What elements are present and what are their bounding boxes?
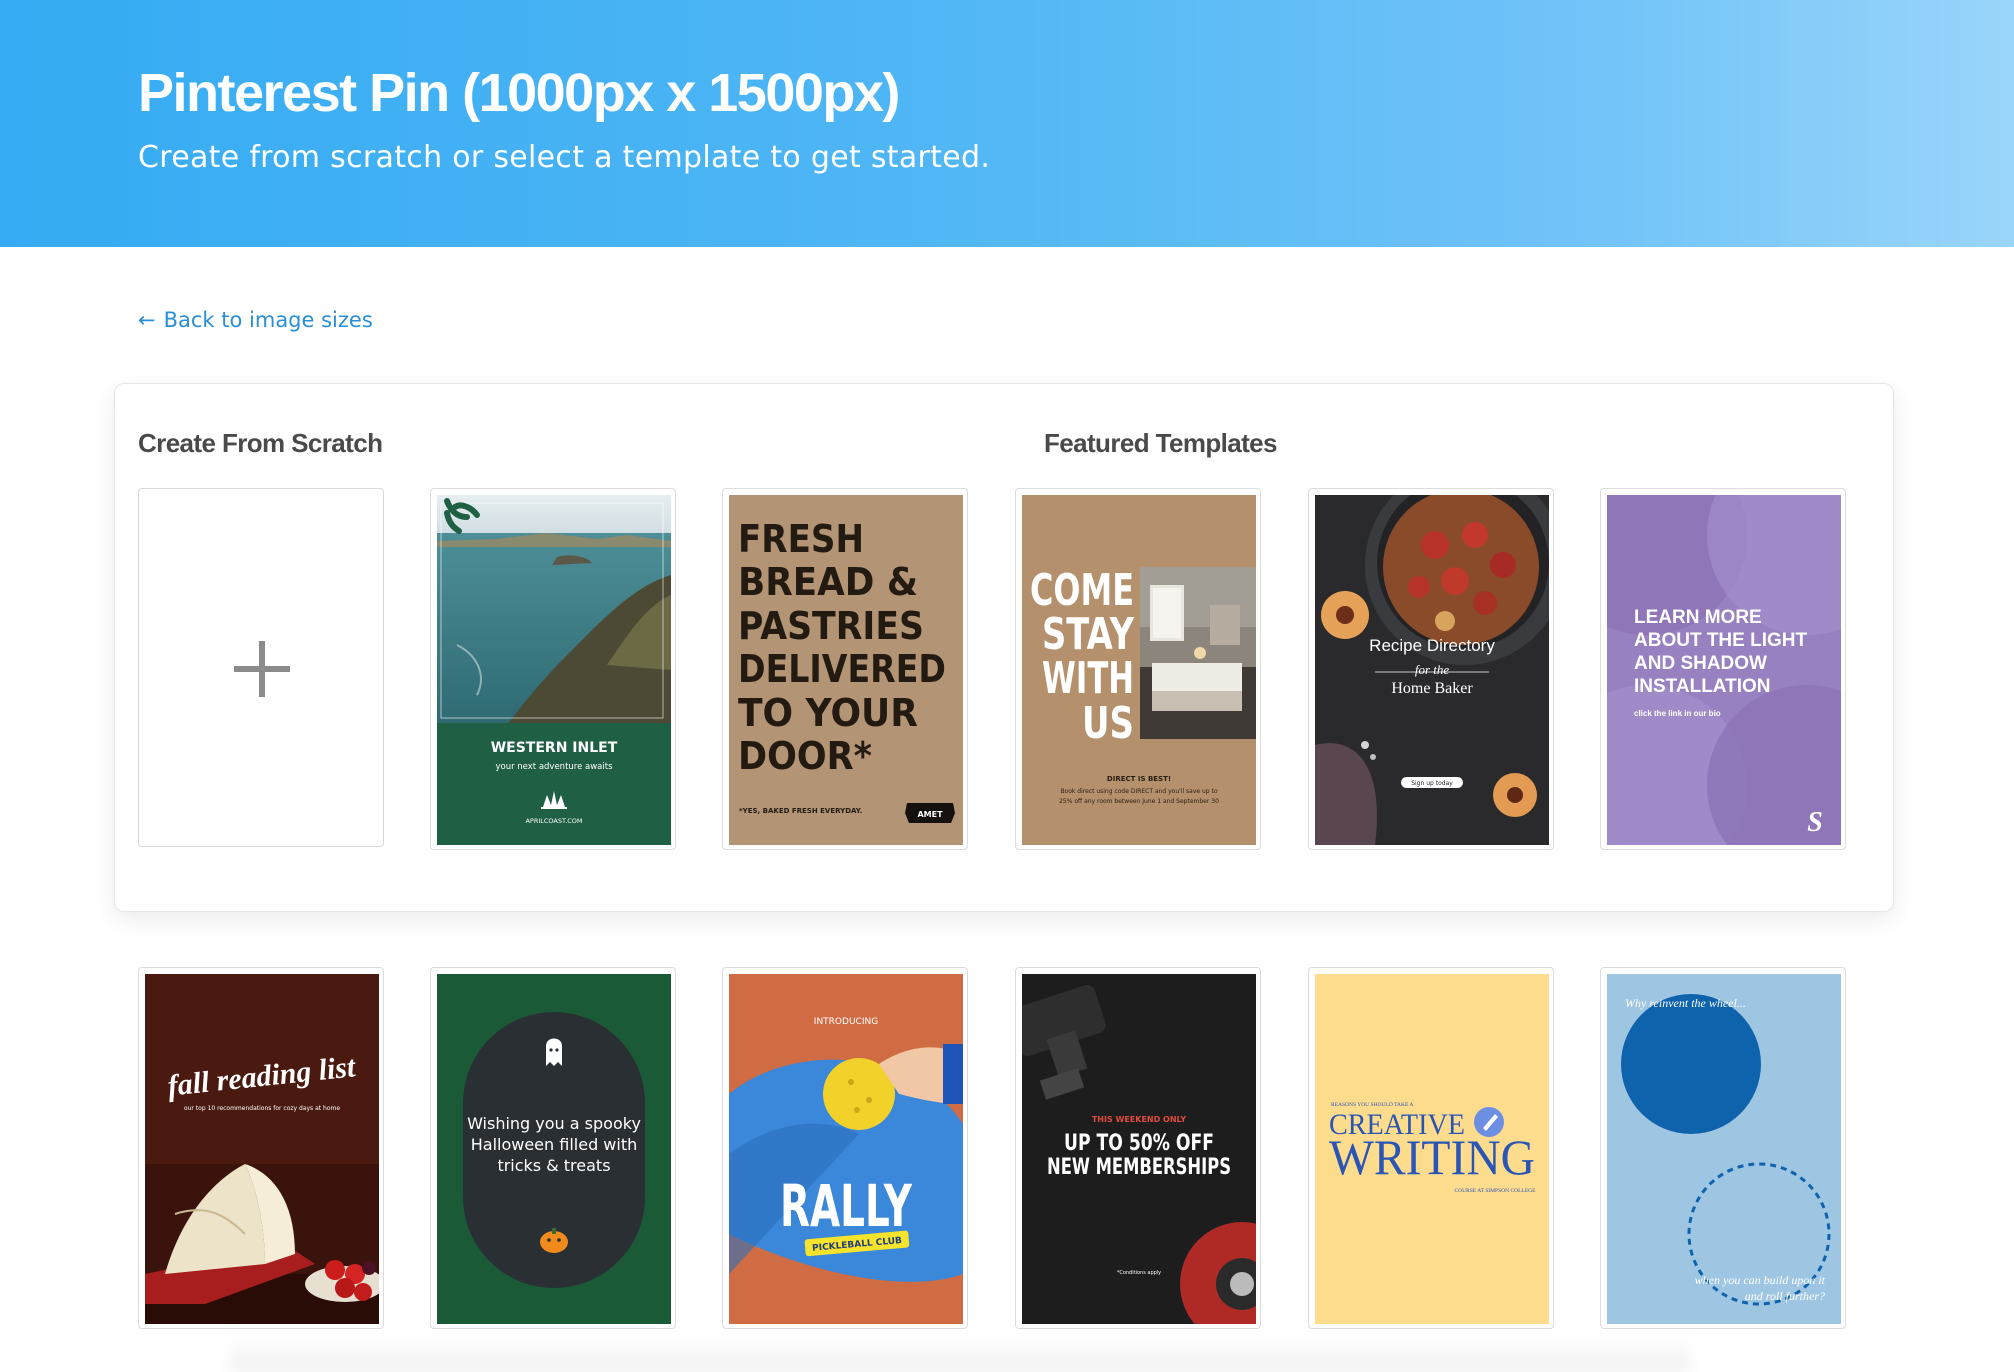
svg-text:and roll further?: and roll further? (1745, 1289, 1825, 1303)
back-to-image-sizes-link[interactable]: ← Back to image sizes (138, 308, 373, 332)
template-card-light-shadow[interactable]: LEARN MORE ABOUT THE LIGHT AND SHADOW IN… (1600, 488, 1846, 850)
svg-text:US: US (1082, 698, 1134, 749)
svg-text:COURSE AT SIMPSON COLLEGE: COURSE AT SIMPSON COLLEGE (1454, 1188, 1536, 1194)
svg-text:AND SHADOW: AND SHADOW (1634, 653, 1767, 674)
template-thumbnail: Recipe Directory for the Home Baker Sign… (1315, 495, 1549, 845)
template-thumbnail: Wishing you a spooky Halloween filled wi… (437, 974, 671, 1324)
template-card-fall-reading-list[interactable]: fall reading list our top 10 recommendat… (138, 967, 384, 1329)
svg-text:Book direct using code DIRECT: Book direct using code DIRECT and you'll… (1060, 788, 1217, 795)
template-title: WESTERN INLET (491, 740, 618, 756)
svg-text:THIS WEEKEND ONLY: THIS WEEKEND ONLY (1092, 1115, 1187, 1124)
template-thumbnail: REASONS YOU SHOULD TAKE A CREATIVE WRITI… (1315, 974, 1549, 1324)
svg-text:APRILCOAST.COM: APRILCOAST.COM (525, 817, 582, 825)
template-thumbnail: fall reading list our top 10 recommendat… (145, 974, 379, 1324)
svg-text:our top 10 recommendations for: our top 10 recommendations for cozy days… (184, 1105, 340, 1112)
svg-text:Halloween filled with: Halloween filled with (471, 1135, 638, 1154)
svg-text:Home Baker: Home Baker (1391, 680, 1473, 697)
svg-text:Sign up today: Sign up today (1411, 780, 1453, 787)
svg-text:WRITING: WRITING (1329, 1129, 1535, 1185)
svg-text:INTRODUCING: INTRODUCING (814, 1017, 878, 1027)
svg-text:AMET: AMET (917, 810, 943, 819)
svg-text:your next adventure awaits: your next adventure awaits (495, 762, 613, 772)
create-from-scratch-button[interactable] (138, 488, 384, 847)
template-thumbnail: LEARN MORE ABOUT THE LIGHT AND SHADOW IN… (1607, 495, 1841, 845)
svg-text:Wishing you a spooky: Wishing you a spooky (467, 1114, 641, 1133)
svg-text:LEARN MORE: LEARN MORE (1634, 607, 1762, 628)
create-from-scratch-heading: Create From Scratch (138, 428, 383, 458)
scroll-fade (230, 1335, 1690, 1372)
template-thumbnail: Why reinvent the wheel... when you can b… (1607, 974, 1841, 1324)
template-thumbnail: FRESH BREAD & PASTRIES DELIVERED TO YOUR… (729, 495, 963, 845)
svg-text:tricks & treats: tricks & treats (497, 1156, 610, 1175)
page-subtitle: Create from scratch or select a template… (138, 140, 991, 175)
svg-text:WITH: WITH (1042, 653, 1134, 704)
svg-text:FRESH: FRESH (738, 517, 864, 561)
template-card-creative-writing[interactable]: REASONS YOU SHOULD TAKE A CREATIVE WRITI… (1308, 967, 1554, 1329)
svg-text:Why reinvent the wheel...: Why reinvent the wheel... (1625, 996, 1746, 1010)
svg-text:for the: for the (1415, 662, 1450, 677)
template-card-memberships[interactable]: THIS WEEKEND ONLY UP TO 50% OFF NEW MEMB… (1015, 967, 1261, 1329)
template-thumbnail: COME STAY WITH US DIRECT IS BEST! Book d… (1022, 495, 1256, 845)
svg-text:NEW MEMBERSHIPS: NEW MEMBERSHIPS (1047, 1155, 1231, 1180)
template-card-fresh-bread[interactable]: FRESH BREAD & PASTRIES DELIVERED TO YOUR… (722, 488, 968, 850)
arrow-left-icon: ← (138, 308, 156, 332)
template-thumbnail: WESTERN INLET your next adventure awaits… (437, 495, 671, 845)
svg-text:BREAD &: BREAD & (738, 560, 918, 604)
template-card-reinvent-wheel[interactable]: Why reinvent the wheel... when you can b… (1600, 967, 1846, 1329)
template-card-halloween[interactable]: Wishing you a spooky Halloween filled wi… (430, 967, 676, 1329)
svg-text:ABOUT THE LIGHT: ABOUT THE LIGHT (1634, 630, 1807, 651)
svg-text:UP TO 50% OFF: UP TO 50% OFF (1064, 1131, 1214, 1156)
svg-text:DELIVERED: DELIVERED (738, 647, 946, 691)
svg-text:*Conditions apply: *Conditions apply (1117, 1270, 1161, 1276)
template-card-rally[interactable]: INTRODUCING RALLY PICKLEBALL CLUB (722, 967, 968, 1329)
template-card-recipe-directory[interactable]: Recipe Directory for the Home Baker Sign… (1308, 488, 1554, 850)
page-title: Pinterest Pin (1000px x 1500px) (138, 63, 900, 123)
featured-templates-heading: Featured Templates (1044, 428, 1278, 458)
template-card-come-stay[interactable]: COME STAY WITH US DIRECT IS BEST! Book d… (1015, 488, 1261, 850)
template-thumbnail: INTRODUCING RALLY PICKLEBALL CLUB (729, 974, 963, 1324)
page-header: Pinterest Pin (1000px x 1500px) Create f… (0, 0, 2014, 247)
svg-text:TO YOUR: TO YOUR (738, 691, 918, 735)
svg-text:RALLY: RALLY (780, 1172, 913, 1240)
svg-text:*YES, BAKED FRESH EVERYDAY.: *YES, BAKED FRESH EVERYDAY. (739, 807, 862, 815)
svg-text:Recipe Directory: Recipe Directory (1369, 636, 1495, 655)
svg-text:when you can build upon it: when you can build upon it (1695, 1273, 1826, 1287)
svg-text:click the link in our bio: click the link in our bio (1634, 709, 1721, 718)
svg-text:PASTRIES: PASTRIES (738, 604, 924, 648)
template-thumbnail: THIS WEEKEND ONLY UP TO 50% OFF NEW MEMB… (1022, 974, 1256, 1324)
back-link-label: Back to image sizes (163, 308, 373, 332)
svg-text:DIRECT IS BEST!: DIRECT IS BEST! (1107, 775, 1171, 783)
svg-text:25% off any room between June: 25% off any room between June 1 and Sept… (1059, 798, 1219, 805)
svg-text:DOOR*: DOOR* (738, 734, 872, 778)
svg-text:INSTALLATION: INSTALLATION (1634, 676, 1771, 697)
template-card-western-inlet[interactable]: WESTERN INLET your next adventure awaits… (430, 488, 676, 850)
svg-text:S: S (1807, 807, 1823, 838)
